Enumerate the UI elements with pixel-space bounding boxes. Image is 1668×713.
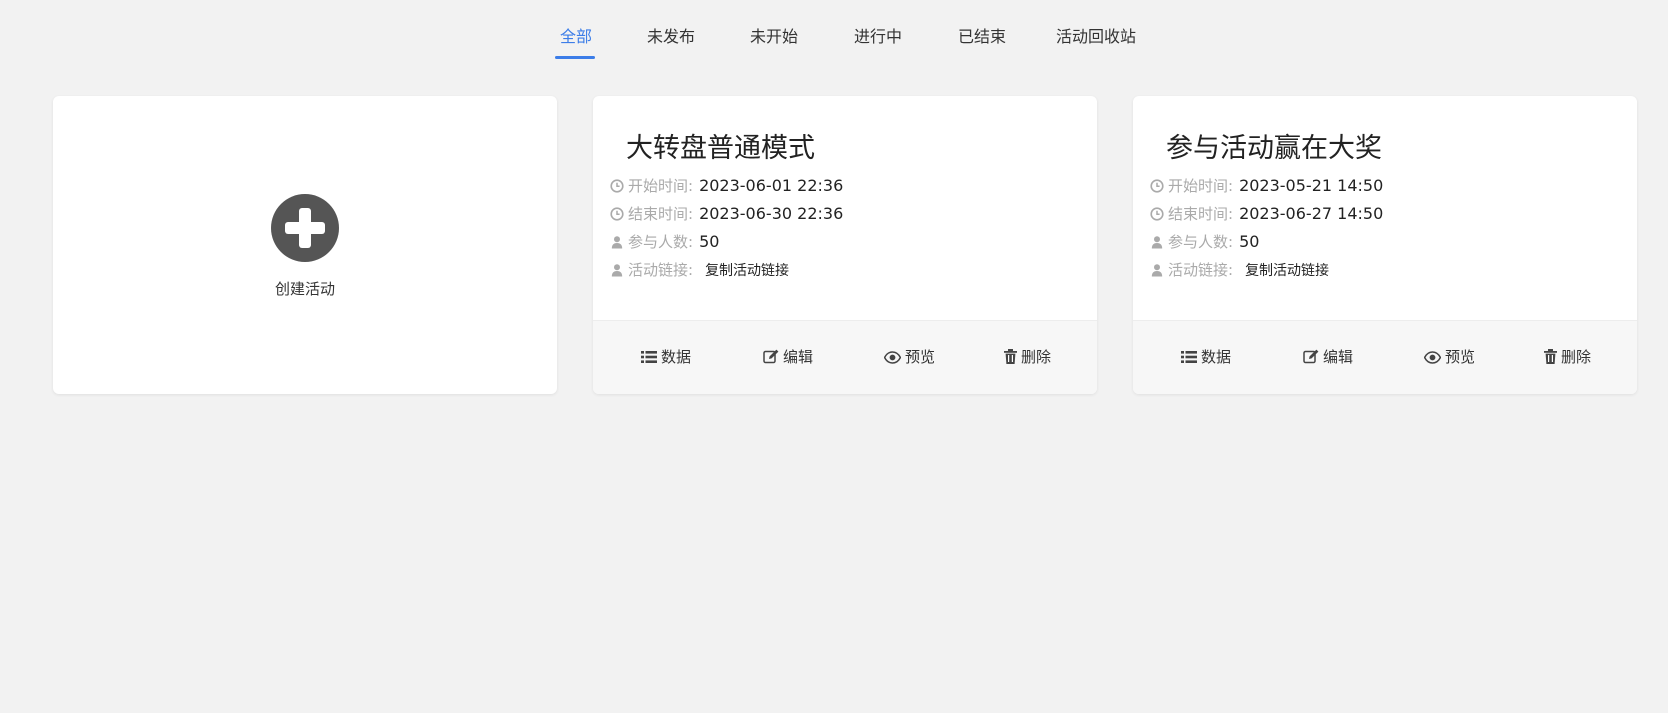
clock-icon	[1150, 207, 1164, 221]
tab-ended[interactable]: 已结束	[958, 26, 1006, 48]
tab-unpublished[interactable]: 未发布	[647, 26, 695, 48]
user-icon	[611, 264, 623, 277]
list-icon	[1181, 351, 1197, 363]
edit-icon	[763, 349, 779, 364]
user-icon	[1151, 236, 1163, 249]
edit-button[interactable]: 编辑	[1303, 347, 1353, 367]
card-actions: 数据 编辑 预览 删除	[593, 320, 1097, 394]
create-activity-card[interactable]: 创建活动	[53, 96, 557, 394]
eye-icon	[883, 351, 902, 364]
active-tab-underline	[555, 56, 595, 59]
participants-row: 参与人数: 50	[1150, 231, 1259, 253]
clock-icon	[610, 207, 624, 221]
user-icon	[1151, 264, 1163, 277]
activity-card: 大转盘普通模式 开始时间: 2023-06-01 22:36 结束时间: 2023-…	[593, 96, 1097, 394]
data-label: 数据	[661, 348, 692, 366]
start-time-value: 2023-05-21 14:50	[1239, 176, 1384, 195]
start-time-label: 开始时间:	[628, 177, 694, 195]
preview-button[interactable]: 预览	[1423, 347, 1476, 367]
activity-link-label: 活动链接:	[628, 261, 694, 279]
participants-label: 参与人数:	[628, 233, 694, 251]
eye-icon	[1423, 351, 1442, 364]
trash-icon	[1004, 349, 1017, 364]
activity-link-row: 活动链接: 复制活动链接	[610, 259, 789, 281]
start-time-row: 开始时间: 2023-05-21 14:50	[1150, 175, 1383, 197]
edit-label: 编辑	[783, 348, 814, 366]
status-tabs: 全部 未发布 未开始 进行中 已结束 活动回收站	[0, 0, 1668, 62]
start-time-label: 开始时间:	[1168, 177, 1234, 195]
delete-label: 删除	[1021, 348, 1052, 366]
activity-card: 参与活动赢在大奖 开始时间: 2023-05-21 14:50 结束时间: 2023…	[1133, 96, 1637, 394]
data-label: 数据	[1201, 348, 1232, 366]
participants-value: 50	[1239, 232, 1260, 251]
copy-link-button[interactable]: 复制活动链接	[1245, 263, 1329, 279]
create-activity-label[interactable]: 创建活动	[53, 278, 557, 299]
copy-link-button[interactable]: 复制活动链接	[705, 263, 789, 279]
delete-label: 删除	[1561, 348, 1592, 366]
start-time-value: 2023-06-01 22:36	[699, 176, 844, 195]
delete-button[interactable]: 删除	[1544, 347, 1591, 367]
end-time-label: 结束时间:	[1168, 205, 1234, 223]
end-time-value: 2023-06-30 22:36	[699, 204, 844, 223]
edit-button[interactable]: 编辑	[763, 347, 813, 367]
activity-link-row: 活动链接: 复制活动链接	[1150, 259, 1329, 281]
plus-circle-icon[interactable]	[271, 194, 339, 262]
end-time-row: 结束时间: 2023-06-27 14:50	[1150, 203, 1383, 225]
edit-icon	[1303, 349, 1319, 364]
end-time-row: 结束时间: 2023-06-30 22:36	[610, 203, 843, 225]
data-button[interactable]: 数据	[1181, 347, 1231, 367]
participants-label: 参与人数:	[1168, 233, 1234, 251]
clock-icon	[1150, 179, 1164, 193]
participants-value: 50	[699, 232, 720, 251]
clock-icon	[610, 179, 624, 193]
delete-button[interactable]: 删除	[1004, 347, 1051, 367]
activity-title: 大转盘普通模式	[626, 133, 815, 164]
activity-link-label: 活动链接:	[1168, 261, 1234, 279]
preview-button[interactable]: 预览	[883, 347, 936, 367]
data-button[interactable]: 数据	[641, 347, 691, 367]
end-time-label: 结束时间:	[628, 205, 694, 223]
trash-icon	[1544, 349, 1557, 364]
tab-recycle-bin[interactable]: 活动回收站	[1056, 26, 1136, 48]
participants-row: 参与人数: 50	[610, 231, 719, 253]
edit-label: 编辑	[1323, 348, 1354, 366]
tab-all[interactable]: 全部	[560, 26, 592, 48]
card-actions: 数据 编辑 预览 删除	[1133, 320, 1637, 394]
preview-label: 预览	[1445, 348, 1476, 366]
tab-not-started[interactable]: 未开始	[750, 26, 798, 48]
start-time-row: 开始时间: 2023-06-01 22:36	[610, 175, 843, 197]
user-icon	[611, 236, 623, 249]
preview-label: 预览	[905, 348, 936, 366]
tab-in-progress[interactable]: 进行中	[854, 26, 902, 48]
end-time-value: 2023-06-27 14:50	[1239, 204, 1384, 223]
activity-title: 参与活动赢在大奖	[1166, 133, 1382, 164]
list-icon	[641, 351, 657, 363]
